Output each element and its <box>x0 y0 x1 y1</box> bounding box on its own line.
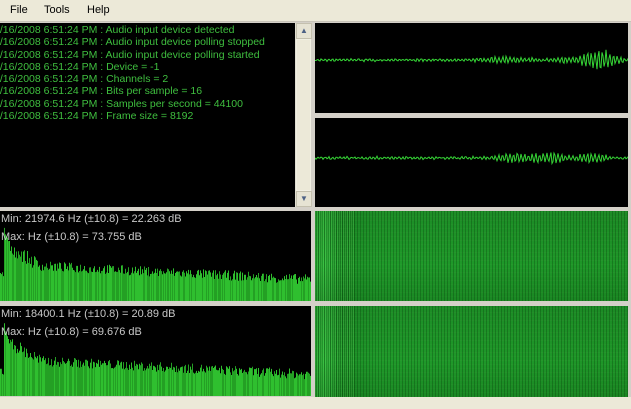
log-line: 1/16/2008 6:51:24 PM : Audio input devic… <box>0 24 235 36</box>
waveform-bottom-plot <box>315 151 628 166</box>
spectrum-top-panel: Min: 21974.6 Hz (±10.8) = 22.263 dB Max:… <box>0 211 311 301</box>
scroll-up-arrow-icon[interactable]: ▲ <box>296 23 312 39</box>
menu-tools[interactable]: Tools <box>44 4 70 16</box>
spectrum-top-min-label: Min: 21974.6 Hz (±10.8) = 22.263 dB <box>1 213 182 225</box>
log-line: 1/16/2008 6:51:24 PM : Audio input devic… <box>0 48 260 61</box>
audio-analyzer-window: File Tools Help 1/16/2008 6:51:24 PM : A… <box>0 0 631 409</box>
window-bottom-edge <box>0 397 631 409</box>
log-line: 1/16/2008 6:51:24 PM : Bits per sample =… <box>0 85 203 98</box>
spectrogram-bottom-shade <box>315 306 628 397</box>
spectrum-bottom-panel: Min: 18400.1 Hz (±10.8) = 20.89 dB Max: … <box>0 306 311 396</box>
event-log-panel[interactable]: 1/16/2008 6:51:24 PM : Audio input devic… <box>0 23 295 207</box>
waveform-top-panel <box>315 23 628 113</box>
waveform-trace <box>315 49 628 70</box>
scroll-down-arrow-icon[interactable]: ▼ <box>296 191 312 207</box>
waveform-trace <box>315 151 628 166</box>
spectrum-top-max-label: Max: Hz (±10.8) = 73.755 dB <box>1 231 142 243</box>
spectrogram-bottom-panel <box>315 306 628 397</box>
waveform-bottom-panel <box>315 118 628 207</box>
menu-file[interactable]: File <box>10 4 28 16</box>
waveform-top-plot <box>315 49 628 70</box>
event-log-list: 1/16/2008 6:51:24 PM : Audio input devic… <box>0 24 271 122</box>
menu-help[interactable]: Help <box>87 4 110 16</box>
log-line: 1/16/2008 6:51:24 PM : Channels = 2 <box>0 73 169 86</box>
menu-bar: File Tools Help <box>0 0 631 22</box>
spectrogram-top-panel <box>315 211 628 301</box>
scrollbar-track[interactable] <box>297 40 310 190</box>
log-line: 1/16/2008 6:51:24 PM : Device = -1 <box>0 60 160 73</box>
log-line: 1/16/2008 6:51:24 PM : Samples per secon… <box>0 97 243 110</box>
spectrum-bottom-min-label: Min: 18400.1 Hz (±10.8) = 20.89 dB <box>1 308 176 320</box>
log-line: 1/16/2008 6:51:24 PM : Frame size = 8192 <box>0 110 194 123</box>
spectrum-bottom-max-label: Max: Hz (±10.8) = 69.676 dB <box>1 326 142 338</box>
log-scrollbar[interactable]: ▲ ▼ <box>295 23 312 207</box>
spectrogram-top-shade <box>315 211 628 301</box>
log-line: 1/16/2008 6:51:24 PM : Audio input devic… <box>0 36 265 49</box>
